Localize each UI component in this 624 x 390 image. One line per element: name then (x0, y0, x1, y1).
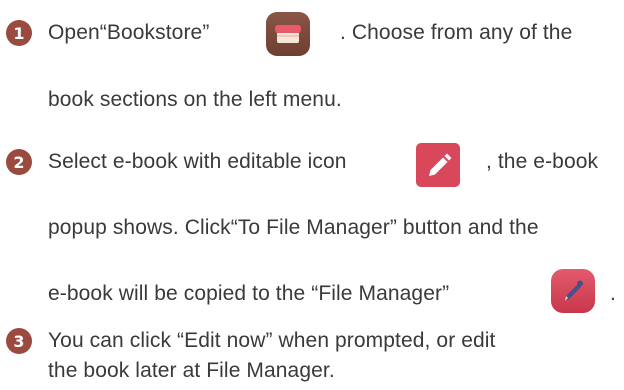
file-manager-icon (550, 268, 596, 314)
step-1-badge: 1 (6, 20, 32, 46)
step-3-line-1: You can click “Edit now” when prompted, … (48, 329, 496, 352)
step-1-line-1-start: Open“Bookstore” (48, 21, 210, 44)
step-2-line-1-start: Select e-book with editable icon (48, 150, 347, 173)
step-2-line-1-end: , the e-book (486, 150, 599, 173)
step-2-badge: 2 (6, 149, 32, 175)
step-3-badge: 3 (6, 328, 32, 354)
step-2-line-2: popup shows. Click“To File Manager” butt… (48, 216, 539, 239)
step-1-line-2: book sections on the left menu. (48, 88, 342, 111)
bookstore-icon (265, 11, 311, 57)
step-3-line-2: the book later at File Manager. (48, 359, 335, 382)
editable-pencil-icon (416, 143, 460, 187)
step-1-line-1-end: . Choose from any of the (340, 21, 573, 44)
step-2-line-3-start: e-book will be copied to the “File Manag… (48, 282, 450, 305)
step-2-line-3-end: . (610, 282, 616, 305)
